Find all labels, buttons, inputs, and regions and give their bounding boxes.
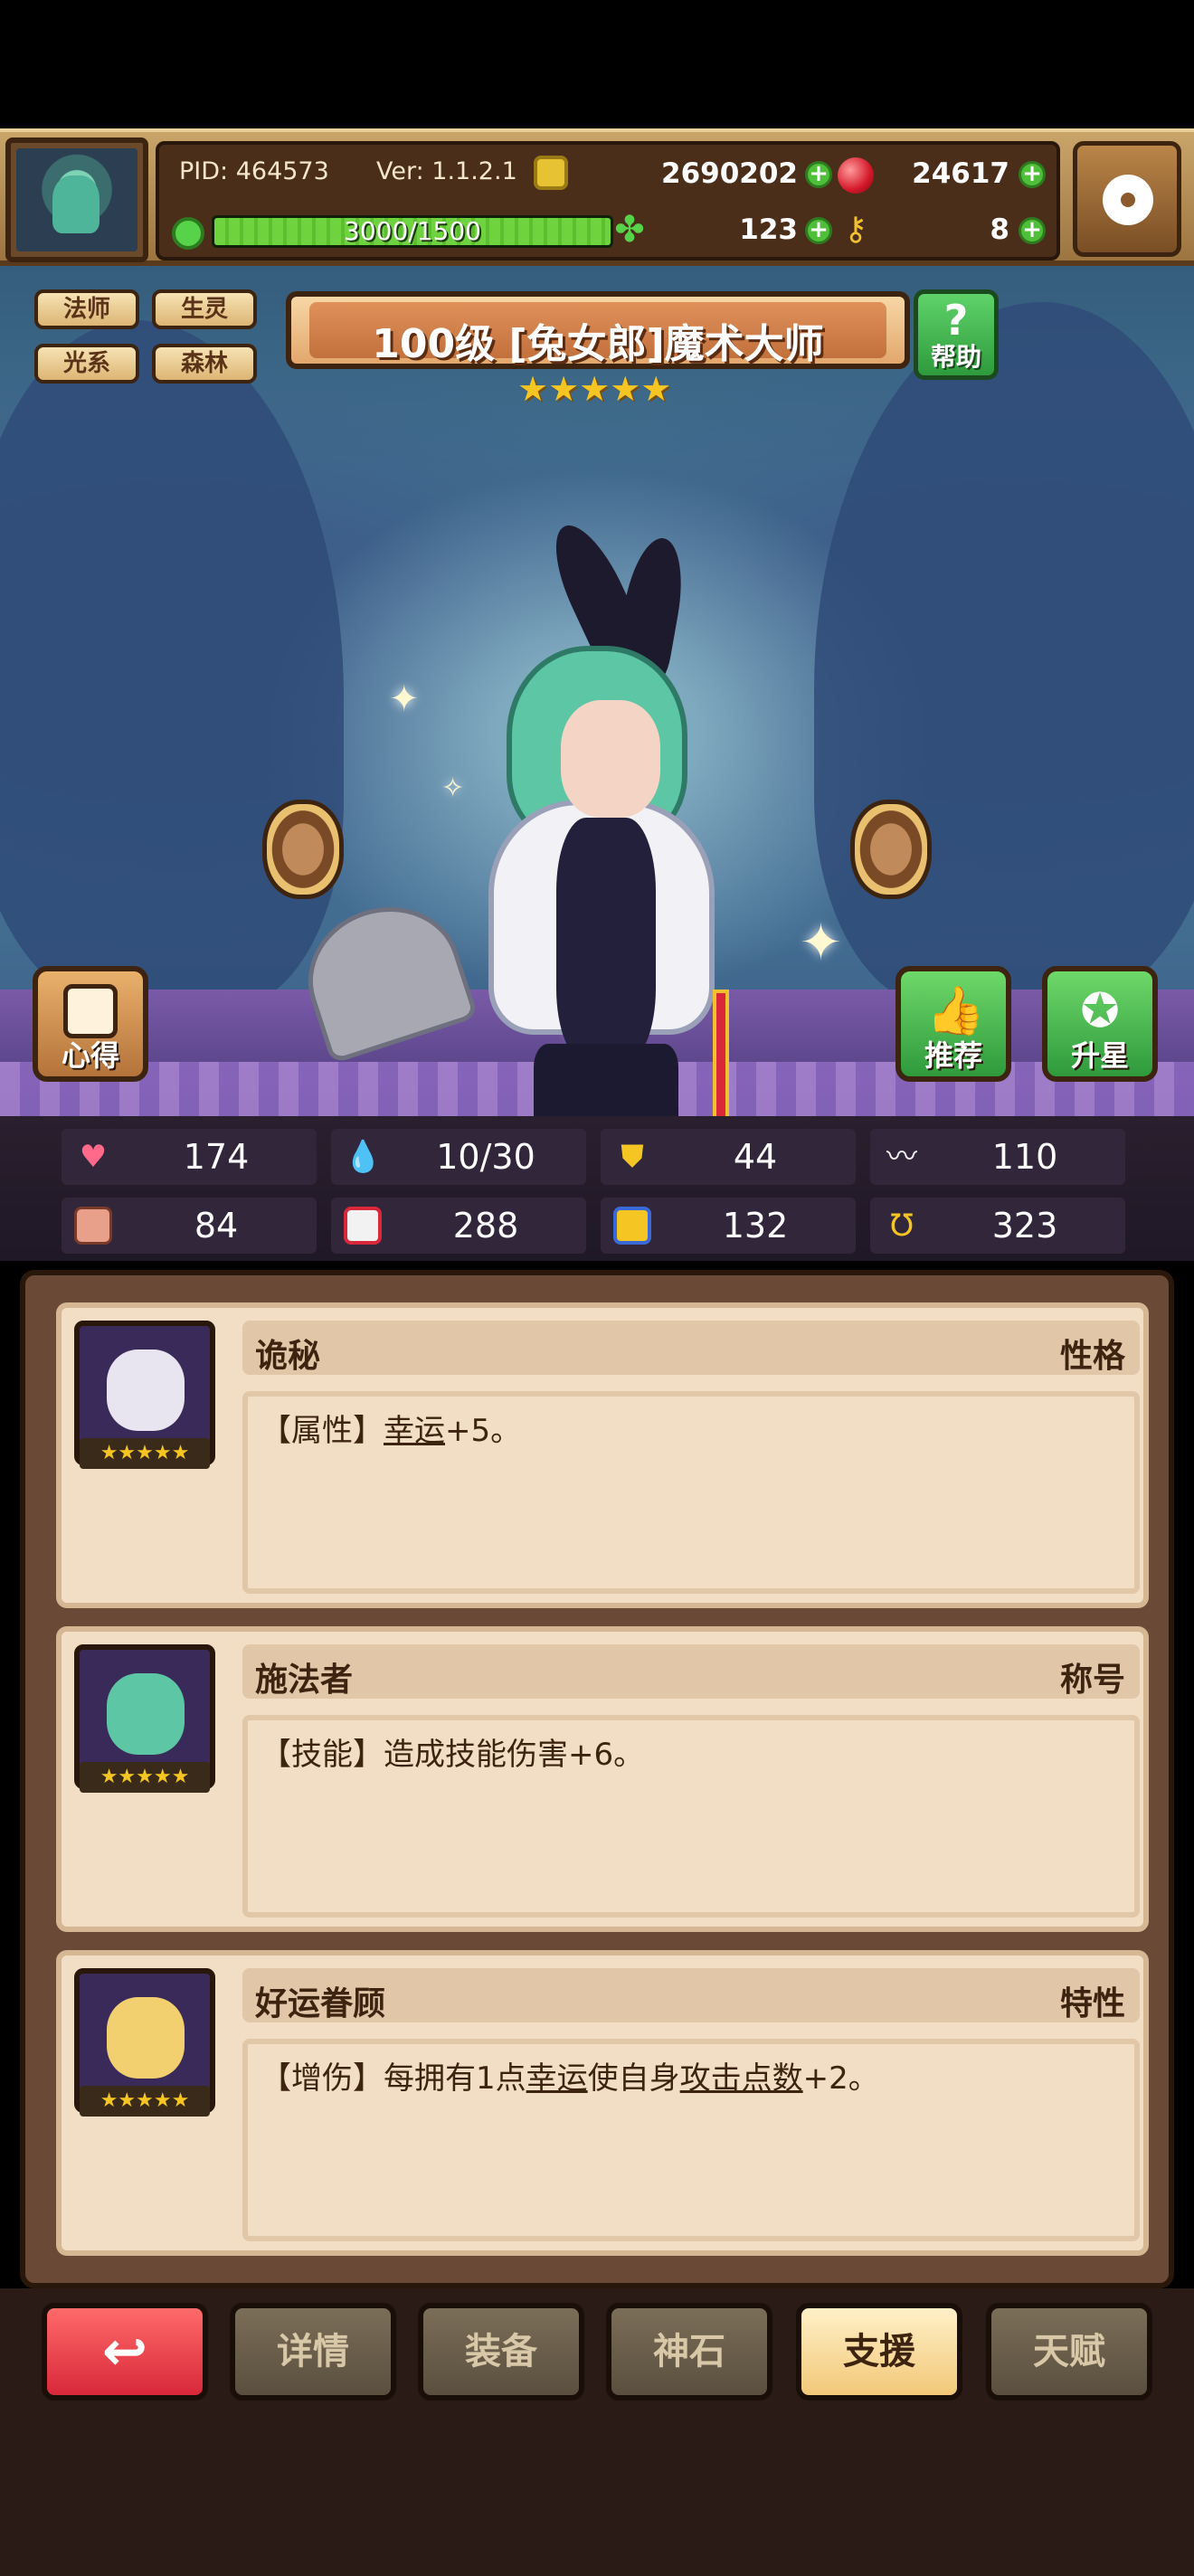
sparkle: ✦ [389, 678, 420, 720]
card-type: 称号 [1059, 1662, 1125, 1699]
back-arrow-icon: ↩ [101, 2320, 148, 2383]
gold-coin-icon [534, 156, 568, 190]
mana-drop-icon: 💧 [344, 1139, 383, 1175]
support-card[interactable]: ★★★★★ 施法者 称号 【技能】造成技能伤害+6。 [56, 1626, 1149, 1932]
rune-stone-left [262, 800, 344, 899]
resource-panel: PID: 464573 Ver: 1.1.2.1 2690202 + 24617… [156, 141, 1060, 260]
stat-hp: ♥ 174 [62, 1129, 317, 1185]
stat-intellect: 288 [331, 1198, 586, 1254]
tab-details[interactable]: 详情 [230, 2303, 396, 2401]
tab-godstone[interactable]: 神石 [606, 2303, 772, 2401]
stat-strength: 84 [62, 1198, 317, 1254]
recommend-button[interactable]: 👍 推荐 [896, 966, 1011, 1082]
thumbs-up-icon: 👍 [926, 984, 985, 1038]
player-id: PID: 464573 [179, 157, 329, 185]
ruby-gem-icon [838, 157, 874, 194]
character-scene: ✦ ✧ ✦ ✦ 法师 生灵 光系 森林 100级 [兔女郎]魔术大师 ★★★★★… [0, 266, 1194, 1116]
key-amount: 8 [990, 213, 1009, 246]
tab-equipment[interactable]: 装备 [418, 2303, 584, 2401]
notes-button[interactable]: 心得 [33, 966, 148, 1082]
attack-points-keyword-link[interactable]: 攻击点数 [680, 2060, 803, 2097]
card-name: 好运眷顾 [255, 1985, 386, 2022]
energy-bar: 3000/1500 [212, 215, 613, 248]
tag-element[interactable]: 光系 [34, 344, 139, 384]
spellbook-icon [344, 1207, 382, 1245]
character-star-rating: ★★★★★ [517, 369, 672, 409]
stat-luck: Ʊ 323 [870, 1198, 1125, 1254]
add-key-button[interactable]: + [1019, 217, 1046, 244]
game-screen: PID: 464573 Ver: 1.1.2.1 2690202 + 24617… [0, 0, 1194, 2576]
rune-stone-right [850, 800, 932, 899]
sparkle: ✦ [800, 914, 842, 972]
stats-panel: ♥ 174 💧 10/30 ⛊ 44 〰 110 84 288 132 Ʊ 32… [0, 1116, 1194, 1261]
tablet-icon [63, 984, 118, 1038]
add-clover-button[interactable]: + [805, 217, 832, 244]
support-portrait[interactable]: ★★★★★ [74, 1644, 215, 1793]
card-header: 好运眷顾 特性 [242, 1968, 1140, 2022]
card-name: 诡秘 [255, 1338, 321, 1375]
tab-talent[interactable]: 天赋 [986, 2303, 1152, 2401]
support-card[interactable]: ★★★★★ 诡秘 性格 【属性】幸运+5。 [56, 1302, 1149, 1608]
card-type: 特性 [1059, 1985, 1125, 2022]
card-name: 施法者 [255, 1662, 354, 1699]
energy-text: 3000/1500 [344, 216, 481, 246]
magic-scroll-icon [613, 1207, 651, 1245]
support-portrait[interactable]: ★★★★★ [74, 1968, 215, 2117]
player-avatar[interactable] [5, 137, 148, 262]
top-status-bar: PID: 464573 Ver: 1.1.2.1 2690202 + 24617… [0, 128, 1194, 266]
add-gold-button[interactable]: + [805, 161, 832, 188]
horseshoe-icon: Ʊ [890, 1208, 914, 1244]
gear-icon [1103, 175, 1153, 225]
version-label: Ver: 1.1.2.1 [376, 157, 517, 185]
character-sprite[interactable] [470, 515, 751, 1116]
tree-trunk-left [0, 320, 344, 1008]
card-description-box: 【属性】幸运+5。 [242, 1391, 1140, 1594]
card-header: 施法者 称号 [242, 1644, 1140, 1699]
tag-class[interactable]: 法师 [34, 289, 139, 329]
settings-button[interactable] [1073, 141, 1181, 257]
sparkle: ✧ [441, 772, 465, 804]
portrait-star-rating: ★★★★★ [80, 1762, 210, 1793]
clover-icon: ✤ [614, 209, 645, 251]
stat-defense: ⛊ 44 [601, 1129, 856, 1185]
upgrade-star-button[interactable]: ✪ 升星 [1042, 966, 1158, 1082]
key-icon: ⚷ [843, 211, 868, 248]
tab-support[interactable]: 支援 [796, 2303, 962, 2401]
tag-race[interactable]: 生灵 [152, 289, 257, 329]
clover-amount: 123 [739, 213, 798, 246]
gem-amount: 24617 [912, 157, 1009, 190]
star-badge-icon: ✪ [1080, 984, 1120, 1038]
shield-icon: ⛊ [621, 1139, 644, 1175]
card-description: 【属性】幸运+5。 [261, 1413, 522, 1449]
back-button[interactable]: ↩ [42, 2303, 208, 2401]
luck-keyword-link[interactable]: 幸运 [526, 2060, 588, 2097]
stat-mana: 💧 10/30 [331, 1129, 586, 1185]
wing-icon: 〰 [886, 1139, 917, 1175]
card-type: 性格 [1059, 1338, 1125, 1375]
tag-habitat[interactable]: 森林 [152, 344, 257, 384]
support-card[interactable]: ★★★★★ 好运眷顾 特性 【增伤】每拥有1点幸运使自身攻击点数+2。 [56, 1950, 1149, 2256]
tree-trunk-right [814, 302, 1194, 1008]
card-header: 诡秘 性格 [242, 1321, 1140, 1375]
portrait-star-rating: ★★★★★ [80, 1438, 210, 1469]
character-title-banner: 100级 [兔女郎]魔术大师 [286, 291, 910, 369]
support-portrait[interactable]: ★★★★★ [74, 1321, 215, 1469]
stat-speed: 〰 110 [870, 1129, 1125, 1185]
support-cards-panel: ★★★★★ 诡秘 性格 【属性】幸运+5。 ★★★★★ 施法者 称号 【技能】造… [20, 1270, 1174, 2288]
portrait-star-rating: ★★★★★ [80, 2086, 210, 2117]
energy-icon [172, 217, 204, 250]
stat-magic: 132 [601, 1198, 856, 1254]
heart-icon: ♥ [79, 1139, 108, 1175]
luck-keyword-link[interactable]: 幸运 [384, 1413, 445, 1449]
card-description-box: 【增伤】每拥有1点幸运使自身攻击点数+2。 [242, 2039, 1140, 2241]
character-title: 100级 [兔女郎]魔术大师 [372, 321, 824, 367]
add-gem-button[interactable]: + [1019, 161, 1046, 188]
gold-amount: 2690202 [661, 157, 798, 190]
card-description: 【增伤】每拥有1点幸运使自身攻击点数+2。 [261, 2060, 879, 2097]
fist-icon [74, 1207, 112, 1245]
help-button[interactable]: ? 帮助 [914, 289, 999, 380]
card-description-box: 【技能】造成技能伤害+6。 [242, 1715, 1140, 1918]
card-description: 【技能】造成技能伤害+6。 [261, 1737, 645, 1773]
